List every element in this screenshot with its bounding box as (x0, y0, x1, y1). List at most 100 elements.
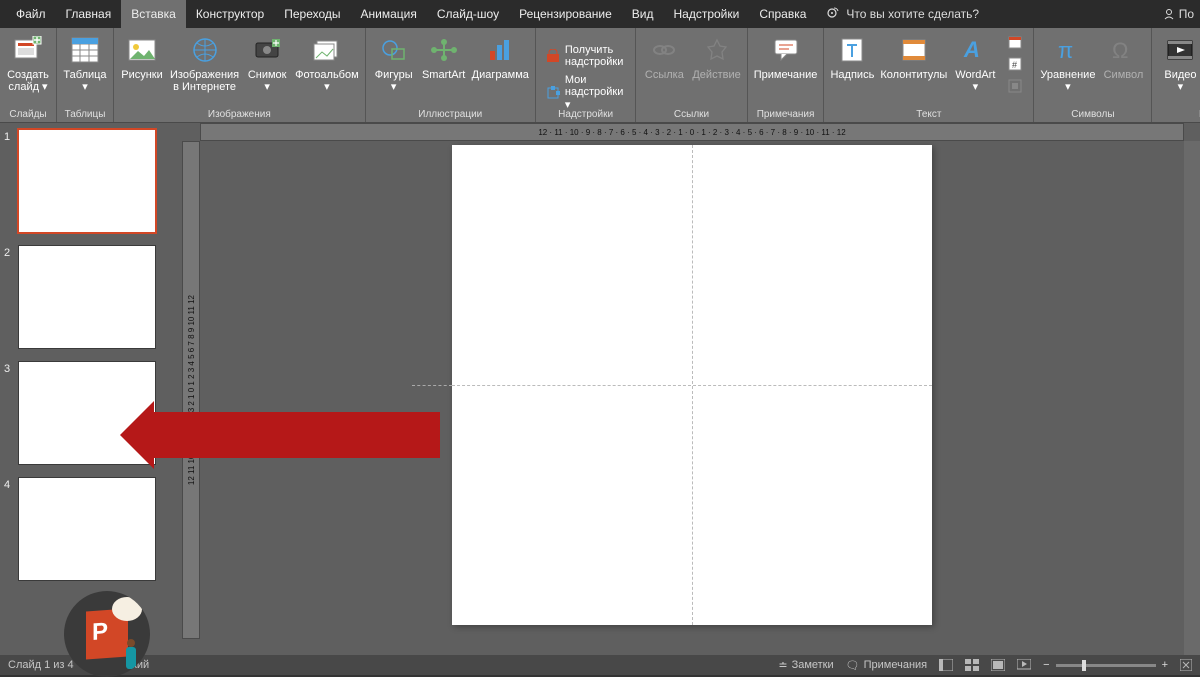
pictures-icon (126, 34, 158, 66)
textbox-icon (836, 34, 868, 66)
zoom-control[interactable]: − + (1043, 659, 1168, 671)
ribbon-group-таблицы: Таблица ▾ Таблицы (57, 28, 114, 122)
chart-icon (484, 34, 516, 66)
powerpoint-logo-badge (64, 591, 150, 677)
ribbon-symbol-button[interactable]: ΩСимвол (1101, 30, 1145, 81)
tab-переходы[interactable]: Переходы (274, 0, 350, 28)
ribbon-chart-button[interactable]: Диаграмма (472, 30, 529, 81)
ribbon-addins-button[interactable]: Мои надстройки ▾ (542, 72, 629, 113)
svg-text:#: # (1012, 60, 1017, 70)
view-normal-icon[interactable] (939, 659, 953, 671)
ribbon-store-button[interactable]: Получить надстройки (542, 42, 629, 70)
ribbon-pictures-button[interactable]: Рисунки (120, 30, 164, 81)
menu-tabs: ФайлГлавнаяВставкаКонструкторПереходыАни… (0, 0, 1200, 28)
slide-canvas[interactable] (452, 145, 932, 625)
zoom-in-icon[interactable]: + (1162, 659, 1168, 671)
table-icon (69, 34, 101, 66)
ribbon-online-pictures-button[interactable]: Изображения в Интернете (170, 30, 239, 93)
ribbon-date-time-button[interactable] (1003, 32, 1027, 52)
tab-файл[interactable]: Файл (6, 0, 56, 28)
vertical-ruler: 12 11 10 9 8 7 6 5 4 3 2 1 0 1 2 3 4 5 6… (182, 141, 200, 639)
slide-thumbnail-1[interactable]: 1 (4, 129, 166, 233)
slide-thumbnail-4[interactable]: 4 (4, 477, 166, 581)
vertical-scrollbar[interactable] (1184, 141, 1200, 655)
ribbon-wordart-button[interactable]: AWordArt ▾ (953, 30, 997, 93)
tab-слайд-шоу[interactable]: Слайд-шоу (427, 0, 509, 28)
ribbon-shapes-button[interactable]: Фигуры ▾ (372, 30, 416, 93)
tab-вид[interactable]: Вид (622, 0, 664, 28)
slide-edit-area: 12 · 11 · 10 · 9 · 8 · 7 · 6 · 5 · 4 · 3… (170, 123, 1200, 655)
ribbon-equation-button[interactable]: πУравнение ▾ (1040, 30, 1095, 93)
view-slideshow-icon[interactable] (1017, 659, 1031, 671)
ribbon-group-label: Иллюстрации (418, 108, 482, 122)
ribbon-slide-number-button[interactable]: # (1003, 54, 1027, 74)
ribbon-group-label: Текст (916, 108, 941, 122)
tab-надстройки[interactable]: Надстройки (663, 0, 749, 28)
ribbon-header-footer-button[interactable]: Колонтитулы (880, 30, 947, 81)
ribbon-action-button[interactable]: Действие (692, 30, 740, 81)
ribbon-table-button[interactable]: Таблица ▾ (63, 30, 107, 93)
view-reading-icon[interactable] (991, 659, 1005, 671)
ribbon-group-иллюстрации: Фигуры ▾SmartArtДиаграмма Иллюстрации (366, 28, 536, 122)
svg-text:π: π (1058, 38, 1073, 63)
ribbon-group-символы: πУравнение ▾ΩСимвол Символы (1034, 28, 1152, 122)
view-sorter-icon[interactable] (965, 659, 979, 671)
ribbon-group-мультимедиа: Видео ▾Звук ▾Запись экранаМультимедиа (1152, 28, 1200, 122)
ribbon-group-label: Изображения (208, 108, 271, 122)
equation-icon: π (1052, 34, 1084, 66)
online-pictures-icon (189, 34, 221, 66)
svg-text:Ω: Ω (1112, 38, 1128, 63)
smartart-icon (428, 34, 460, 66)
ribbon-screenshot-button[interactable]: Снимок ▾ (245, 30, 289, 93)
comments-button[interactable]: 🗨 Примечания (846, 659, 927, 672)
ribbon-group-label: Ссылки (674, 108, 709, 122)
tab-рецензирование[interactable]: Рецензирование (509, 0, 622, 28)
ribbon-group-label: Таблицы (65, 108, 106, 122)
tab-анимация[interactable]: Анимация (351, 0, 427, 28)
tab-конструктор[interactable]: Конструктор (186, 0, 274, 28)
zoom-slider[interactable] (1056, 664, 1156, 667)
ribbon-group-ссылки: СсылкаДействие Ссылки (636, 28, 747, 122)
new-slide-icon (12, 34, 44, 66)
ribbon-group-слайды: Создать слайд ▾ Слайды (0, 28, 57, 122)
ribbon-group-label: Примечания (757, 108, 815, 122)
ribbon-group-изображения: РисункиИзображения в ИнтернетеСнимок ▾Фо… (114, 28, 366, 122)
ribbon-group-надстройки: Получить надстройкиМои надстройки ▾Надст… (536, 28, 636, 122)
action-icon (701, 34, 733, 66)
symbol-icon: Ω (1107, 34, 1139, 66)
ribbon-new-slide-button[interactable]: Создать слайд ▾ (6, 30, 50, 93)
ribbon-link-button[interactable]: Ссылка (642, 30, 686, 81)
zoom-out-icon[interactable]: − (1043, 659, 1049, 671)
slide-counter: Слайд 1 из 4 (8, 659, 74, 671)
ribbon-group-label: Слайды (9, 108, 46, 122)
tab-справка[interactable]: Справка (749, 0, 816, 28)
annotation-arrow (120, 405, 440, 465)
ribbon-group-текст: НадписьКолонтитулыAWordArt ▾ # Текст (824, 28, 1034, 122)
comment-icon (770, 34, 802, 66)
account-button[interactable]: По (1163, 7, 1194, 21)
photo-album-icon (311, 34, 343, 66)
ribbon-textbox-button[interactable]: Надпись (830, 30, 874, 81)
notes-button[interactable]: ≐ Заметки (778, 659, 833, 672)
tab-главная[interactable]: Главная (56, 0, 122, 28)
tab-вставка[interactable]: Вставка (121, 0, 186, 28)
wordart-icon: A (959, 34, 991, 66)
ribbon-group-label: Символы (1071, 108, 1114, 122)
screenshot-icon (251, 34, 283, 66)
ribbon-object-button[interactable] (1003, 76, 1027, 96)
video-icon (1164, 34, 1196, 66)
addins-icon (546, 85, 560, 101)
ribbon-comment-button[interactable]: Примечание (754, 30, 818, 81)
fit-to-window-icon[interactable] (1180, 659, 1192, 671)
tell-me-search[interactable]: Что вы хотите сделать? (826, 7, 979, 21)
svg-text:A: A (963, 37, 980, 62)
ribbon-group-примечания: Примечание Примечания (748, 28, 825, 122)
ribbon-group-label: Надстройки (558, 108, 613, 122)
ribbon-smartart-button[interactable]: SmartArt (422, 30, 466, 81)
horizontal-ruler: 12 · 11 · 10 · 9 · 8 · 7 · 6 · 5 · 4 · 3… (200, 123, 1184, 141)
ribbon-photo-album-button[interactable]: Фотоальбом ▾ (295, 30, 359, 93)
status-bar: Слайд 1 из 4 русский ≐ Заметки 🗨 Примеча… (0, 655, 1200, 675)
slide-thumbnail-2[interactable]: 2 (4, 245, 166, 349)
guide-horizontal (452, 385, 932, 386)
ribbon-video-button[interactable]: Видео ▾ (1158, 30, 1200, 93)
